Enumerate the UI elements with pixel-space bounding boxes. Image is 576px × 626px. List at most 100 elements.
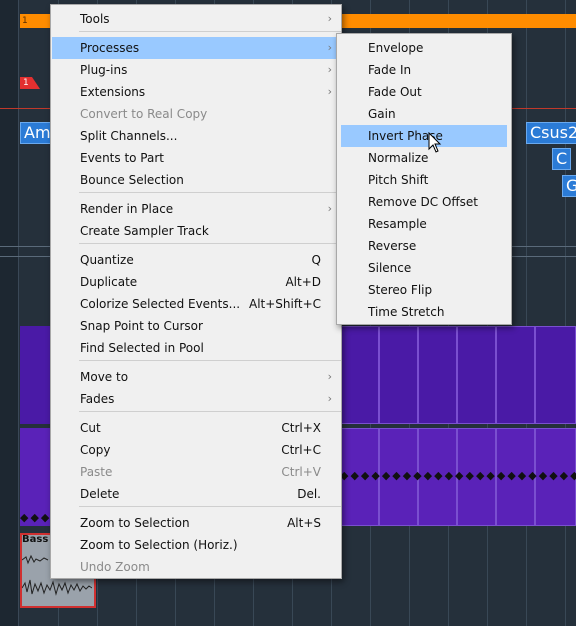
submenu-item-label: Remove DC Offset (368, 195, 478, 209)
menu-item-colorize-selected-events[interactable]: Colorize Selected Events... Alt+Shift+C (52, 293, 340, 315)
submenu-item-label: Envelope (368, 41, 424, 55)
menu-item-zoom-to-selection-horiz[interactable]: Zoom to Selection (Horiz.) (52, 534, 340, 556)
menu-item-label: Paste (80, 465, 113, 479)
submenu-item-normalize[interactable]: Normalize (341, 147, 507, 169)
menu-separator (79, 411, 341, 412)
menu-item-split-channels[interactable]: Split Channels... (52, 125, 340, 147)
menu-item-bounce-selection[interactable]: Bounce Selection (52, 169, 340, 191)
submenu-item-silence[interactable]: Silence (341, 257, 507, 279)
menu-item-label: Tools (80, 12, 110, 26)
midi-event[interactable] (418, 326, 457, 424)
submenu-item-label: Fade Out (368, 85, 422, 99)
submenu-item-label: Time Stretch (368, 305, 445, 319)
submenu-item-gain[interactable]: Gain (341, 103, 507, 125)
menu-item-processes[interactable]: Processes › (52, 37, 340, 59)
submenu-item-resample[interactable]: Resample (341, 213, 507, 235)
submenu-item-label: Stereo Flip (368, 283, 433, 297)
drum-hits-row: ◆◆◆◆◆◆ (20, 512, 50, 524)
submenu-item-time-stretch[interactable]: Time Stretch (341, 301, 507, 323)
menu-item-events-to-part[interactable]: Events to Part (52, 147, 340, 169)
menu-item-label: Extensions (80, 85, 146, 99)
menu-item-move-to[interactable]: Move to › (52, 366, 340, 388)
menu-item-shortcut: Alt+D (285, 275, 321, 289)
submenu-chevron-icon: › (327, 41, 332, 54)
menu-item-label: Undo Zoom (80, 560, 150, 574)
menu-item-label: Render in Place (80, 202, 174, 216)
menu-item-delete[interactable]: Delete Del. (52, 483, 340, 505)
menu-item-label: Convert to Real Copy (80, 107, 208, 121)
menu-item-shortcut: Ctrl+V (281, 465, 321, 479)
submenu-item-reverse[interactable]: Reverse (341, 235, 507, 257)
chord-label: Csus2 (530, 123, 576, 142)
menu-separator (79, 243, 341, 244)
marker-number: 1 (23, 78, 29, 88)
processes-submenu: Envelope Fade In Fade Out Gain Invert Phase N… (336, 33, 512, 325)
menu-item-label: Quantize (80, 253, 134, 267)
menu-item-zoom-to-selection[interactable]: Zoom to Selection Alt+S (52, 512, 340, 534)
submenu-item-label: Normalize (368, 151, 429, 165)
midi-event[interactable] (379, 326, 418, 424)
arranger-track-number: 1 (22, 16, 28, 26)
submenu-item-label: Resample (368, 217, 427, 231)
menu-item-cut[interactable]: Cut Ctrl+X (52, 417, 340, 439)
submenu-item-envelope[interactable]: Envelope (341, 37, 507, 59)
menu-item-label: Zoom to Selection (Horiz.) (80, 538, 238, 552)
submenu-item-label: Silence (368, 261, 412, 275)
menu-item-label: Split Channels... (80, 129, 178, 143)
menu-item-shortcut: Alt+S (287, 516, 321, 530)
menu-item-shortcut: Q (311, 253, 321, 267)
submenu-item-stereo-flip[interactable]: Stereo Flip (341, 279, 507, 301)
midi-event[interactable] (535, 326, 576, 424)
menu-item-paste: Paste Ctrl+V (52, 461, 340, 483)
menu-item-convert-to-real-copy: Convert to Real Copy (52, 103, 340, 125)
menu-item-undo-zoom: Undo Zoom (52, 556, 340, 578)
menu-item-label: Snap Point to Cursor (80, 319, 203, 333)
submenu-chevron-icon: › (327, 370, 332, 383)
chord-event-g[interactable]: G (562, 175, 576, 197)
menu-item-tools[interactable]: Tools › (52, 8, 340, 30)
submenu-item-invert-phase[interactable]: Invert Phase (341, 125, 507, 147)
menu-item-extensions[interactable]: Extensions › (52, 81, 340, 103)
menu-separator (79, 192, 341, 193)
menu-separator (79, 31, 341, 32)
menu-item-label: Events to Part (80, 151, 164, 165)
menu-item-shortcut: Ctrl+C (281, 443, 321, 457)
midi-event[interactable] (496, 326, 535, 424)
submenu-chevron-icon: › (327, 12, 332, 25)
menu-item-copy[interactable]: Copy Ctrl+C (52, 439, 340, 461)
chord-event-csus2[interactable]: Csus2 (526, 122, 576, 144)
submenu-item-label: Fade In (368, 63, 412, 77)
menu-item-plug-ins[interactable]: Plug-ins › (52, 59, 340, 81)
midi-event[interactable] (457, 326, 496, 424)
menu-separator (79, 360, 341, 361)
menu-item-create-sampler-track[interactable]: Create Sampler Track (52, 220, 340, 242)
submenu-item-remove-dc-offset[interactable]: Remove DC Offset (341, 191, 507, 213)
submenu-item-fade-in[interactable]: Fade In (341, 59, 507, 81)
menu-separator (79, 506, 341, 507)
submenu-item-pitch-shift[interactable]: Pitch Shift (341, 169, 507, 191)
menu-item-label: Processes (80, 41, 140, 55)
menu-item-quantize[interactable]: Quantize Q (52, 249, 340, 271)
submenu-chevron-icon: › (327, 392, 332, 405)
menu-item-render-in-place[interactable]: Render in Place › (52, 198, 340, 220)
menu-item-label: Zoom to Selection (80, 516, 190, 530)
chord-event-c[interactable]: C (552, 148, 572, 170)
menu-item-label: Bounce Selection (80, 173, 184, 187)
menu-item-fades[interactable]: Fades › (52, 388, 340, 410)
submenu-item-label: Gain (368, 107, 396, 121)
menu-item-snap-point-to-cursor[interactable]: Snap Point to Cursor (52, 315, 340, 337)
submenu-item-label: Reverse (368, 239, 417, 253)
menu-item-find-selected-in-pool[interactable]: Find Selected in Pool (52, 337, 340, 359)
menu-item-label: Find Selected in Pool (80, 341, 204, 355)
menu-item-label: Fades (80, 392, 115, 406)
submenu-chevron-icon: › (327, 202, 332, 215)
menu-item-duplicate[interactable]: Duplicate Alt+D (52, 271, 340, 293)
mouse-cursor-icon (428, 132, 442, 153)
midi-event[interactable] (341, 326, 379, 424)
drum-hits-row: ◆◆◆◆◆◆◆◆◆◆◆◆◆◆◆◆◆◆◆◆◆◆◆◆◆◆◆◆◆◆ (340, 470, 576, 482)
menu-item-shortcut: Del. (297, 487, 321, 501)
menu-item-shortcut: Alt+Shift+C (248, 297, 321, 311)
menu-item-label: Create Sampler Track (80, 224, 209, 238)
menu-item-label: Copy (80, 443, 111, 457)
submenu-item-fade-out[interactable]: Fade Out (341, 81, 507, 103)
